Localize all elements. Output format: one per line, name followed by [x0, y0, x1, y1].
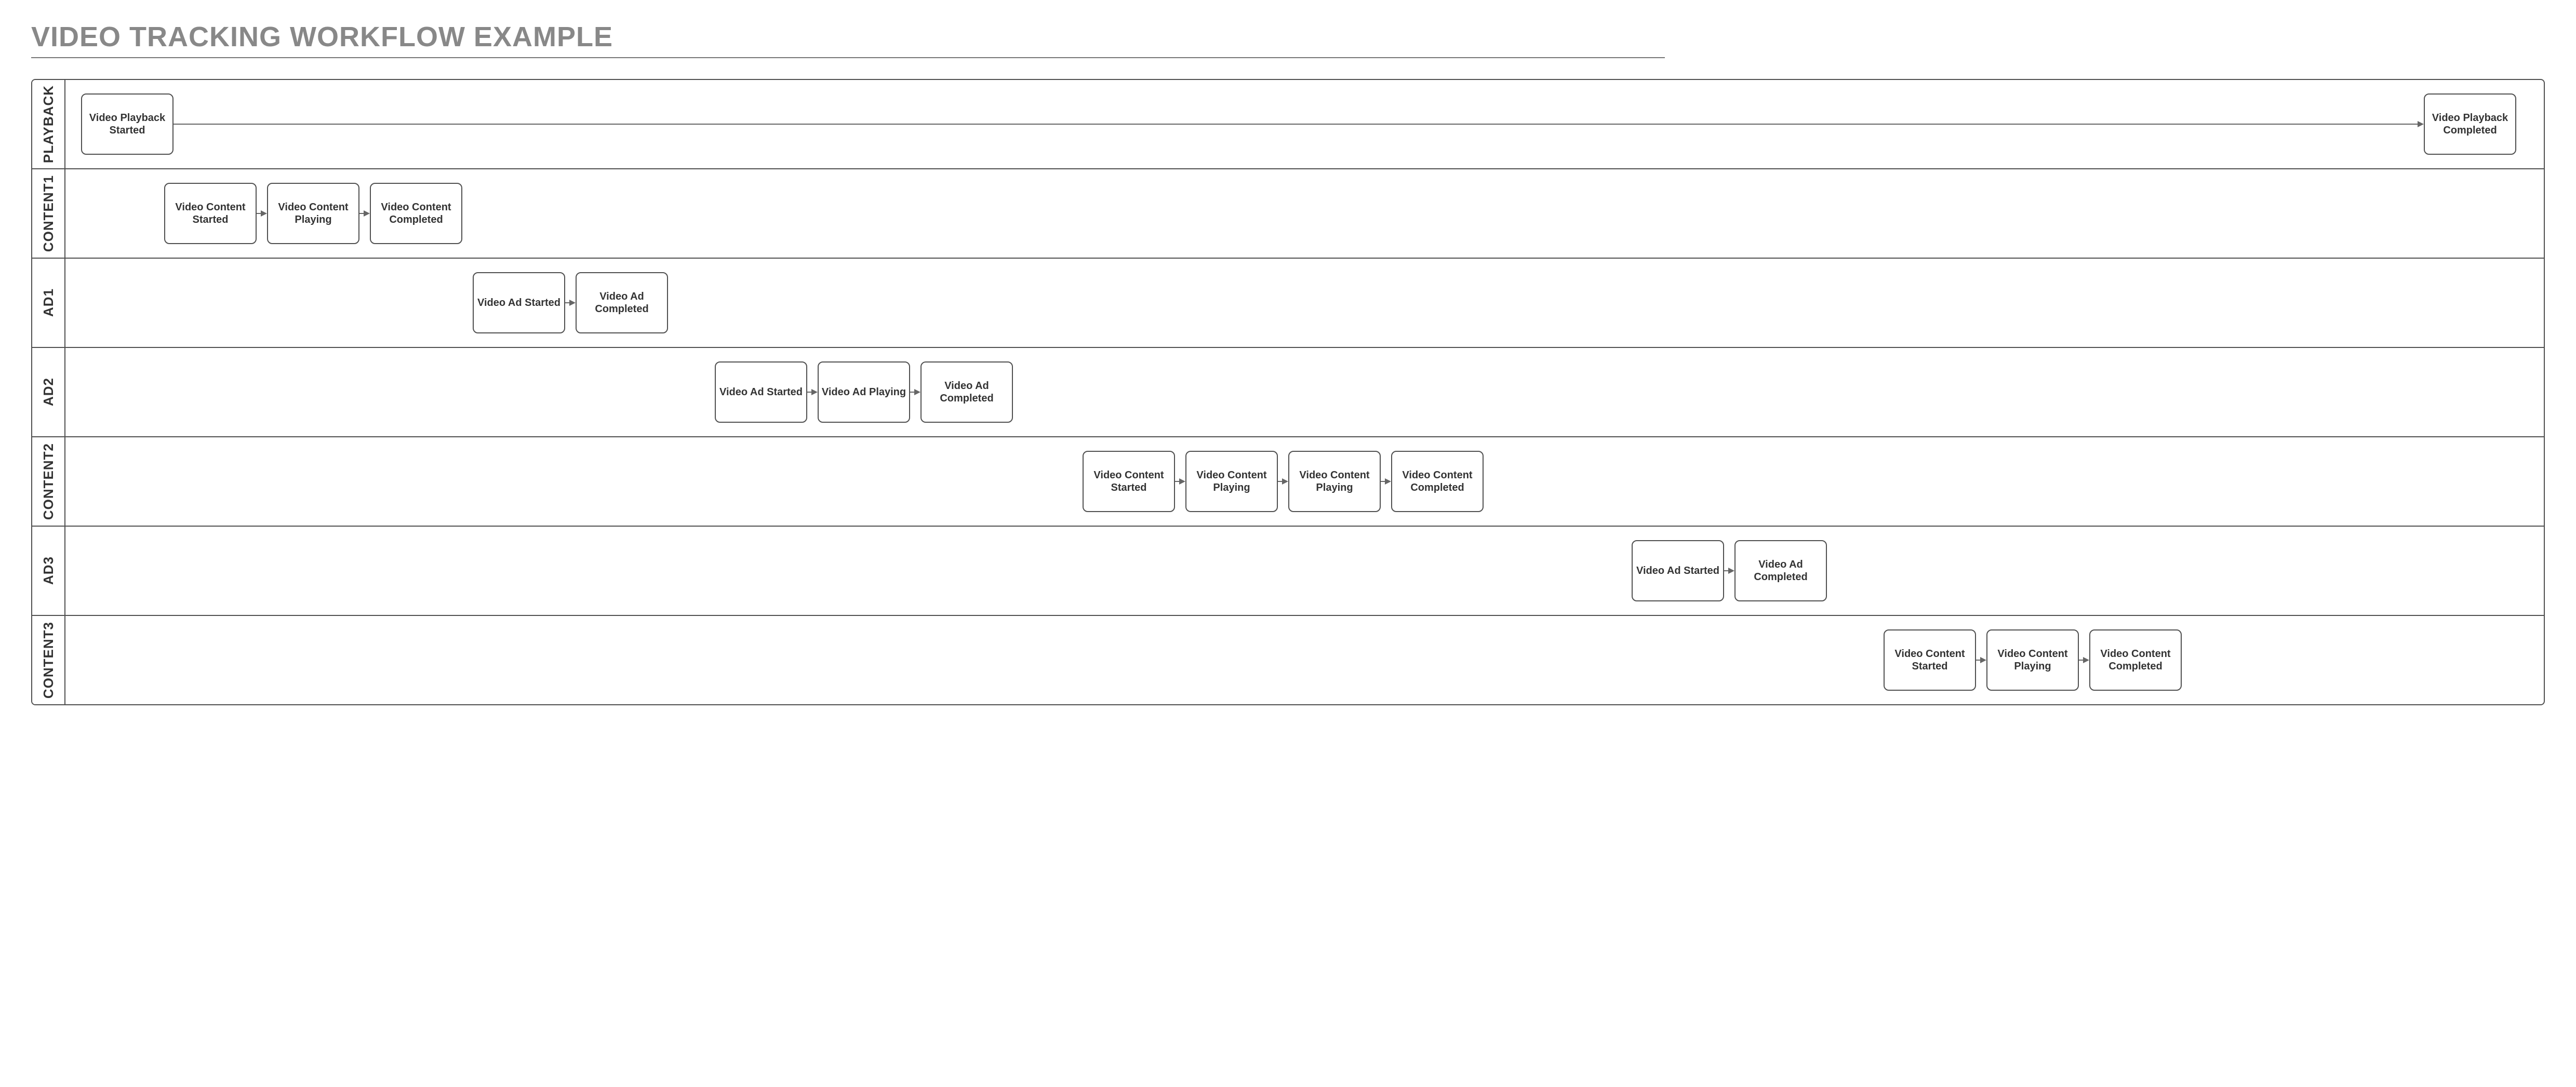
swimlane-label: CONTENT1	[32, 169, 65, 258]
diagram-title: VIDEO TRACKING WORKFLOW EXAMPLE	[31, 21, 2545, 53]
workflow-node-label: Video Ad Started	[477, 297, 560, 309]
swimlane-label-text: PLAYBACK	[41, 85, 57, 163]
workflow-node-label: Video Ad Completed	[1738, 558, 1824, 583]
arrow-icon	[910, 388, 920, 396]
swimlane-label: AD3	[32, 527, 65, 615]
workflow-node-label: Video Content Started	[167, 201, 253, 226]
swimlane-content3: CONTENT3Video Content StartedVideo Conte…	[32, 616, 2544, 704]
workflow-node: Video Ad Playing	[818, 361, 910, 423]
workflow-node-label: Video Playback Started	[84, 112, 170, 137]
title-block: VIDEO TRACKING WORKFLOW EXAMPLE	[31, 21, 2545, 58]
workflow-node: Video Ad Started	[473, 272, 565, 333]
workflow-node: Video Ad Completed	[576, 272, 668, 333]
swimlane-label: AD2	[32, 348, 65, 436]
swimlane-label: CONTENT3	[32, 616, 65, 704]
workflow-node-label: Video Ad Started	[1636, 565, 1719, 577]
workflow-node-label: Video Playback Completed	[2427, 112, 2513, 137]
swimlane-label: PLAYBACK	[32, 80, 65, 168]
swimlane-label-text: AD3	[41, 556, 57, 585]
arrow-icon	[1724, 567, 1734, 575]
arrow-icon	[359, 209, 370, 218]
workflow-node: Video Content Playing	[1185, 451, 1278, 512]
title-underline	[31, 57, 1665, 58]
swimlane-ad3: AD3 Video Ad Started Video Ad Completed	[32, 527, 2544, 616]
swimlane-label-text: CONTENT1	[41, 175, 57, 252]
swimlane-content1: CONTENT1Video Content StartedVideo Conte…	[32, 169, 2544, 259]
workflow-node: Video Content Completed	[1391, 451, 1484, 512]
swimlane-content2: CONTENT2Video Content StartedVideo Conte…	[32, 437, 2544, 527]
swimlane-label-text: AD1	[41, 288, 57, 317]
workflow-node: Video Content Playing	[267, 183, 359, 244]
swimlane-playback: PLAYBACKVideo Playback StartedVideo Play…	[32, 80, 2544, 169]
workflow-node: Video Ad Started	[1632, 540, 1724, 601]
workflow-node: Video Content Completed	[2089, 629, 2182, 691]
arrow-icon	[173, 120, 2424, 128]
workflow-node: Video Ad Completed	[1734, 540, 1827, 601]
workflow-node-label: Video Ad Playing	[822, 386, 906, 398]
arrow-icon	[1976, 656, 1986, 664]
arrow-icon	[565, 299, 576, 307]
workflow-node-label: Video Content Started	[1887, 648, 1973, 673]
swimlane-body: Video Ad Started Video Ad Completed	[65, 527, 2544, 615]
workflow-node-label: Video Content Completed	[1394, 469, 1480, 494]
workflow-node: Video Ad Completed	[920, 361, 1013, 423]
swimlane-label: CONTENT2	[32, 437, 65, 526]
workflow-node: Video Content Completed	[370, 183, 462, 244]
workflow-node-label: Video Content Completed	[2092, 648, 2179, 673]
arrow-icon	[257, 209, 267, 218]
arrow-icon	[1278, 477, 1288, 486]
swimlane-label-text: AD2	[41, 378, 57, 406]
arrow-icon	[1381, 477, 1391, 486]
swimlane-body: Video Ad Started Video Ad Completed	[65, 259, 2544, 347]
arrow-icon	[2079, 656, 2089, 664]
workflow-node-label: Video Ad Started	[719, 386, 803, 398]
workflow-node: Video Content Playing	[1288, 451, 1381, 512]
workflow-node: Video Content Started	[1884, 629, 1976, 691]
workflow-node: Video Content Started	[164, 183, 257, 244]
swimlane-ad1: AD1 Video Ad Started Video Ad Completed	[32, 259, 2544, 348]
arrow-icon	[1175, 477, 1185, 486]
workflow-node-label: Video Ad Completed	[579, 290, 665, 315]
workflow-node-label: Video Content Completed	[373, 201, 459, 226]
swimlane-body: Video Ad Started Video Ad Playing Video Ad…	[65, 348, 2544, 436]
swimlane-ad2: AD2Video Ad StartedVideo Ad PlayingVideo…	[32, 348, 2544, 437]
swimlane-body: Video Content Started Video Content Playi…	[65, 169, 2544, 258]
workflow-node-label: Video Content Started	[1086, 469, 1172, 494]
workflow-node-label: Video Content Playing	[270, 201, 356, 226]
workflow-node-label: Video Content Playing	[1291, 469, 1378, 494]
swimlane-label-text: CONTENT3	[41, 622, 57, 699]
workflow-node: Video Playback Completed	[2424, 93, 2516, 155]
page: VIDEO TRACKING WORKFLOW EXAMPLE PLAYBACK…	[0, 0, 2576, 726]
swimlane-label: AD1	[32, 259, 65, 347]
workflow-node: Video Ad Started	[715, 361, 807, 423]
swimlane-container: PLAYBACKVideo Playback StartedVideo Play…	[31, 79, 2545, 705]
workflow-node-label: Video Content Playing	[1990, 648, 2076, 673]
workflow-node-label: Video Content Playing	[1189, 469, 1275, 494]
swimlane-body: Video Playback Started Video Playback Com…	[65, 80, 2544, 168]
swimlane-body: Video Content Started Video Content Playi…	[65, 437, 2544, 526]
workflow-node-label: Video Ad Completed	[924, 380, 1010, 405]
swimlane-body: Video Content Started Video Content Playi…	[65, 616, 2544, 704]
workflow-node: Video Content Started	[1083, 451, 1175, 512]
arrow-icon	[807, 388, 818, 396]
workflow-node: Video Playback Started	[81, 93, 173, 155]
swimlane-label-text: CONTENT2	[41, 443, 57, 520]
workflow-node: Video Content Playing	[1986, 629, 2079, 691]
